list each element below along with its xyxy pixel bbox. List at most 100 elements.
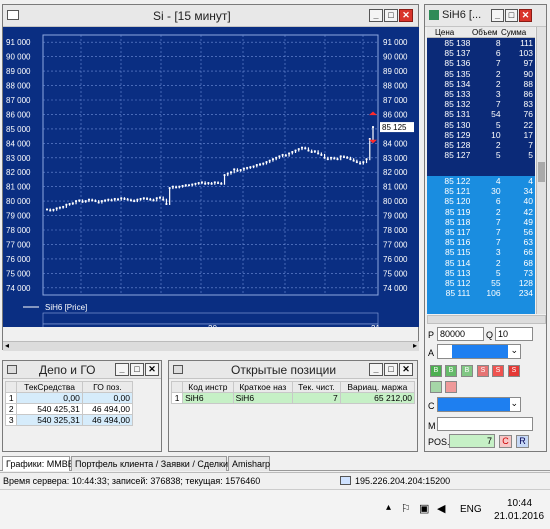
price-chart[interactable]: 91 000 91 000 90 000 90 000 89 000 89 000 88 0… (3, 27, 419, 327)
orderbook-row[interactable]: 85 134 2 88 (427, 79, 535, 89)
clock-date[interactable]: 21.01.2016 (494, 511, 544, 522)
orderbook-scroll-thumb[interactable] (538, 162, 545, 182)
client-chevron-down-icon[interactable]: ⌄ (510, 398, 518, 409)
table-row[interactable]: 1 SiH6 SiH6 7 65 212,00 (170, 392, 416, 404)
price-point (55, 207, 58, 210)
tab-charts[interactable]: Графики: ММВБ (2, 456, 74, 471)
sell-button-3[interactable]: S (508, 365, 520, 377)
table-header-row: ТекСредства ГО поз. (4, 381, 134, 393)
depo-maximize-button[interactable]: □ (130, 363, 144, 376)
tray-chevron-up-icon[interactable]: ▴ (386, 502, 391, 513)
flag-icon[interactable]: ⚐ (401, 502, 411, 515)
chart-hscrollbar[interactable]: ◂ ▸ (3, 341, 419, 351)
orderbook-volume: 30 (491, 186, 501, 197)
price-point (207, 182, 210, 184)
chevron-down-icon[interactable]: ⌄ (510, 345, 518, 356)
orderbook-row[interactable]: 85 114 2 68 (427, 258, 535, 268)
column-header[interactable] (170, 381, 184, 393)
depo-close-button[interactable]: ✕ (145, 363, 159, 376)
language-indicator[interactable]: ENG (460, 504, 482, 515)
scroll-left-icon[interactable]: ◂ (5, 341, 9, 350)
orderbook-row[interactable]: 85 128 2 7 (427, 140, 535, 150)
orderbook-row[interactable]: 85 127 5 5 (427, 150, 535, 160)
orderbook-row[interactable]: 85 133 3 86 (427, 89, 535, 99)
orderbook-row[interactable]: 85 112 55 128 (427, 278, 535, 288)
orderbook-row[interactable]: 85 131 54 76 (427, 109, 535, 119)
column-header[interactable]: Краткое наз (232, 381, 294, 393)
sell-button-2[interactable]: S (492, 365, 504, 377)
price-point (288, 152, 291, 155)
orderbook-close-button[interactable]: ✕ (519, 9, 532, 22)
price-point (46, 208, 48, 211)
scroll-right-icon[interactable]: ▸ (413, 341, 417, 350)
column-header[interactable]: Код инстр (182, 381, 234, 393)
orderbook-title: SiH6 [... (442, 9, 482, 21)
tab-portfolio[interactable]: Портфель клиента / Заявки / Сделки (71, 456, 228, 471)
orderbook-row[interactable]: 85 111 106 234 (427, 288, 535, 298)
orderbook-maximize-button[interactable]: □ (505, 9, 518, 22)
volume-icon[interactable]: ◀ (437, 502, 445, 515)
orderbook-row[interactable]: 85 119 2 42 (427, 207, 535, 217)
qty-input[interactable]: 10 (495, 327, 533, 341)
clock-time[interactable]: 10:44 (507, 498, 532, 509)
buy-button-1[interactable]: B (430, 365, 442, 377)
orderbook-hscrollbar[interactable] (427, 315, 546, 324)
minimize-button[interactable]: _ (369, 9, 383, 22)
orderbook-row[interactable]: 85 138 8 111 (427, 38, 535, 48)
y-tick-label-left: 81 000 (6, 183, 31, 192)
client-select[interactable]: ⌄ (437, 397, 521, 412)
orderbook-row[interactable]: 85 116 7 63 (427, 237, 535, 247)
sell-arrow-icon[interactable] (445, 381, 457, 393)
column-header[interactable]: ГО поз. (81, 381, 134, 393)
orderbook-row[interactable]: 85 137 6 103 (427, 48, 535, 58)
orderbook-row[interactable]: 85 136 7 97 (427, 58, 535, 68)
orderbook-row[interactable]: 85 129 10 17 (427, 130, 535, 140)
orderbook-row[interactable]: 85 115 3 66 (427, 247, 535, 257)
positions-maximize-button[interactable]: □ (384, 363, 398, 376)
sell-button-1[interactable]: S (477, 365, 489, 377)
orderbook-row[interactable]: 85 113 5 73 (427, 268, 535, 278)
price-point (197, 182, 200, 184)
positions-minimize-button[interactable]: _ (369, 363, 383, 376)
orderbook-row[interactable]: 85 122 4 4 (427, 176, 535, 186)
buy-arrow-icon[interactable] (430, 381, 442, 393)
account-select[interactable]: ⌄ (437, 344, 521, 359)
buy-button-2[interactable]: B (445, 365, 457, 377)
table-row[interactable]: 2 540 425,31 46 494,00 (4, 403, 134, 415)
price-point (136, 198, 139, 201)
network-icon[interactable]: ▣ (419, 502, 429, 515)
orderbook-row[interactable]: 85 117 7 56 (427, 227, 535, 237)
buy-button-3[interactable]: B (461, 365, 473, 377)
column-header[interactable] (4, 381, 18, 393)
m-input[interactable] (437, 417, 533, 431)
orderbook-titlebar[interactable]: SiH6 [... _ □ ✕ (425, 5, 546, 27)
depo-titlebar[interactable]: Депо и ГО _ □ ✕ (3, 361, 161, 379)
orderbook-sum: 40 (523, 196, 533, 207)
y-tick-label-right: 80 000 (383, 197, 408, 206)
pos-c-button[interactable]: C (499, 435, 512, 448)
orderbook-row[interactable]: 85 132 7 83 (427, 99, 535, 109)
positions-close-button[interactable]: ✕ (399, 363, 413, 376)
tab-amisharp[interactable]: Amisharp (228, 456, 270, 471)
column-header[interactable]: ТекСредства (16, 381, 83, 393)
column-header[interactable]: Вариац. маржа (339, 381, 416, 393)
price-point (365, 158, 368, 161)
column-header[interactable]: Тек. чист. (292, 381, 341, 393)
pos-r-button[interactable]: R (516, 435, 529, 448)
orderbook-vscrollbar[interactable] (536, 27, 546, 314)
chart-titlebar[interactable]: Si - [15 минут] _ □ ✕ (3, 5, 418, 27)
orderbook-minimize-button[interactable]: _ (491, 9, 504, 22)
close-button[interactable]: ✕ (399, 9, 413, 22)
price-input[interactable]: 80000 (437, 327, 484, 341)
maximize-button[interactable]: □ (384, 9, 398, 22)
orderbook-row[interactable]: 85 120 6 40 (427, 196, 535, 206)
depo-minimize-button[interactable]: _ (115, 363, 129, 376)
price-point (217, 182, 220, 184)
orderbook-row[interactable]: 85 121 30 34 (427, 186, 535, 196)
orderbook-row[interactable]: 85 118 7 49 (427, 217, 535, 227)
table-row[interactable]: 3 540 325,31 46 494,00 (4, 414, 134, 426)
orderbook-row[interactable]: 85 130 5 22 (427, 120, 535, 130)
table-row[interactable]: 1 0,00 0,00 (4, 392, 134, 404)
positions-titlebar[interactable]: Открытые позиции _ □ ✕ (169, 361, 417, 379)
orderbook-row[interactable]: 85 135 2 90 (427, 69, 535, 79)
